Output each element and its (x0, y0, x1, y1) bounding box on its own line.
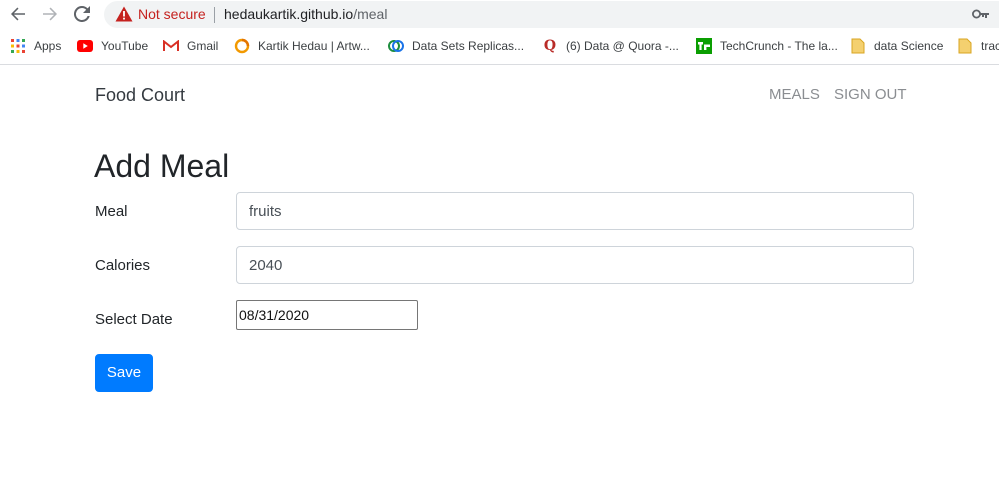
nav-link-meals[interactable]: MEALS (769, 86, 820, 104)
bookmark-label: TechCrunch - The la... (720, 39, 838, 53)
bookmark-label: (6) Data @ Quora -... (566, 39, 679, 53)
url-text[interactable]: hedaukartik.github.io/meal (224, 6, 387, 23)
apps-grid-icon (10, 38, 26, 54)
page-title: Add Meal (94, 148, 230, 184)
bookmark-label: Gmail (187, 39, 219, 53)
meal-label: Meal (95, 203, 128, 220)
reload-icon[interactable] (72, 4, 92, 24)
bookmark-youtube[interactable]: YouTube (77, 34, 148, 58)
bookmark-label: data Science (874, 39, 944, 53)
omnibox-divider (214, 7, 215, 23)
browser-chrome: Not secure hedaukartik.github.io/meal Ap… (0, 0, 999, 65)
date-input[interactable] (236, 300, 418, 330)
key-icon[interactable] (972, 8, 990, 20)
bookmark-label: Data Sets Replicas... (412, 39, 525, 53)
address-bar[interactable]: Not secure hedaukartik.github.io/meal (104, 1, 999, 28)
url-host: hedaukartik.github.io (224, 6, 354, 22)
calories-label: Calories (95, 257, 151, 274)
bookmark-techcrunch[interactable]: TechCrunch - The la... (696, 34, 838, 58)
bookmark-kartik-hedau[interactable]: Kartik Hedau | Artw... (234, 34, 370, 58)
folder-icon (850, 38, 866, 54)
bookmark-apps[interactable]: Apps (10, 34, 61, 58)
quora-icon: Q (543, 38, 557, 54)
bookmark-quora[interactable]: Q (6) Data @ Quora -... (542, 34, 679, 58)
bookmark-data-science[interactable]: data Science (850, 34, 943, 58)
url-path: /meal (353, 6, 388, 22)
bookmark-label: YouTube (101, 39, 149, 53)
select-date-label: Select Date (95, 311, 173, 328)
techcrunch-icon (696, 38, 712, 54)
bookmark-data-sets[interactable]: Data Sets Replicas... (388, 34, 524, 58)
bookmark-label: trac (981, 39, 999, 53)
bookmark-label: Kartik Hedau | Artw... (258, 39, 370, 53)
bookmark-label: Apps (34, 39, 62, 53)
back-arrow-icon[interactable] (8, 4, 28, 24)
nav-link-sign-out[interactable]: SIGN OUT (834, 86, 907, 104)
artwork-ring-icon (234, 38, 250, 54)
warning-triangle-icon[interactable] (115, 6, 133, 22)
navbar-brand[interactable]: Food Court (95, 84, 185, 106)
meal-input[interactable] (236, 192, 914, 230)
forward-arrow-icon[interactable] (40, 4, 60, 24)
folder-icon (957, 38, 973, 54)
bookmark-gmail[interactable]: Gmail (163, 34, 218, 58)
bookmark-trac[interactable]: trac (957, 34, 999, 58)
save-button[interactable]: Save (95, 354, 153, 392)
youtube-icon (77, 38, 93, 54)
gmail-icon (163, 38, 179, 54)
not-secure-label[interactable]: Not secure (138, 6, 206, 23)
bookmarks-bar: Apps YouTube Gmail Kartik Hedau | Artw..… (0, 34, 999, 58)
calories-input[interactable] (236, 246, 914, 284)
data-sets-icon (388, 38, 404, 54)
